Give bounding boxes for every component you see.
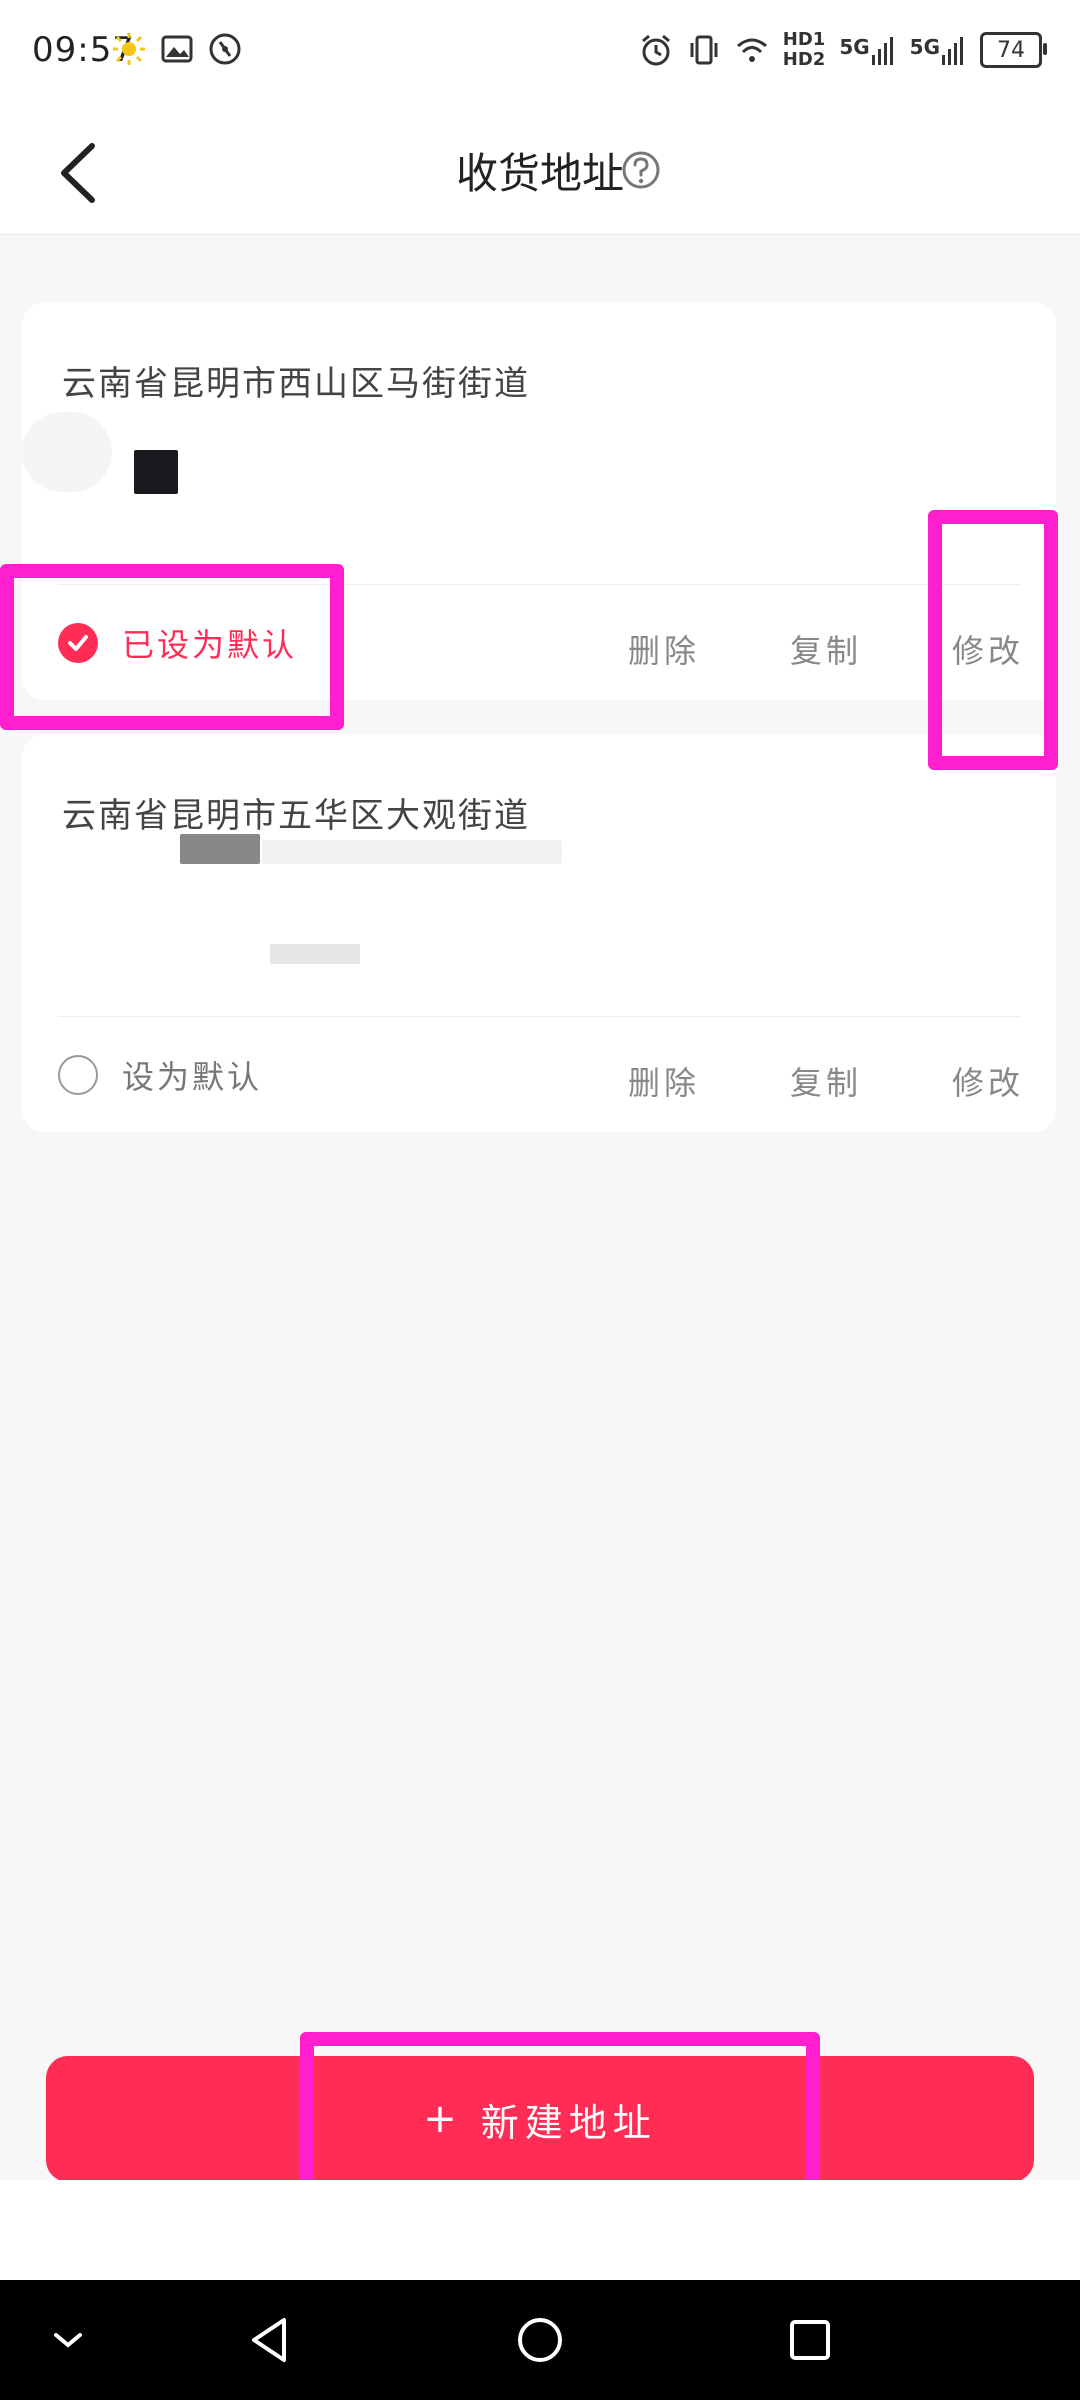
home-circle-icon[interactable] xyxy=(510,2310,570,2370)
new-address-label: 新建地址 xyxy=(480,2100,657,2145)
back-triangle-icon[interactable] xyxy=(240,2310,300,2370)
system-nav-bar xyxy=(0,2280,1080,2400)
redacted-name xyxy=(134,450,178,494)
battery-icon: 74 xyxy=(980,32,1047,68)
checkmark-icon xyxy=(58,623,98,663)
wifi-icon xyxy=(736,38,767,62)
delete-button[interactable]: 删除 xyxy=(628,626,700,672)
chevron-down-icon[interactable] xyxy=(38,2310,98,2370)
redacted-name xyxy=(180,834,260,864)
alarm-icon xyxy=(641,34,670,66)
edit-button[interactable]: 修改 xyxy=(952,1058,1024,1104)
card-divider xyxy=(58,584,1020,585)
signal-bars-icon xyxy=(942,37,963,65)
default-label: 设为默认 xyxy=(122,1058,263,1096)
status-bar: 09:57 HD1 HD2 5G 5G 74 xyxy=(0,0,1080,110)
bottom-safe-area xyxy=(0,2180,1080,2280)
hd2-label: HD2 xyxy=(782,49,826,70)
default-toggle[interactable]: 设为默认 xyxy=(58,1052,262,1098)
redacted-detail xyxy=(270,944,360,964)
help-icon[interactable] xyxy=(621,150,661,190)
page-title: 收货地址 xyxy=(455,149,624,198)
new-address-button[interactable]: + 新建地址 xyxy=(46,2056,1034,2182)
redacted-phone xyxy=(262,840,562,864)
default-toggle[interactable]: 已设为默认 xyxy=(58,620,297,666)
default-label: 已设为默认 xyxy=(122,626,298,664)
plus-icon: + xyxy=(423,2096,463,2142)
copy-button[interactable]: 复制 xyxy=(790,1058,862,1104)
battery-level: 74 xyxy=(997,37,1025,63)
status-right-icons: HD1 HD2 5G 5G 74 xyxy=(639,30,1047,70)
card-actions: 已设为默认 删除 复制 修改 xyxy=(22,592,1056,702)
signal-2: 5G xyxy=(910,35,966,65)
compass-icon xyxy=(209,33,241,65)
hd1-label: HD1 xyxy=(782,29,826,50)
vibrate-icon xyxy=(690,35,718,65)
5g-label-2: 5G xyxy=(909,35,940,59)
address-card[interactable]: 云南省昆明市五华区大观街道 设为默认 删除 复制 修改 xyxy=(22,734,1056,1132)
unchecked-circle-icon xyxy=(58,1055,98,1095)
nav-bar: 收货地址 xyxy=(0,110,1080,235)
edit-button[interactable]: 修改 xyxy=(952,626,1024,672)
address-region: 云南省昆明市五华区大观街道 xyxy=(62,796,530,836)
card-actions: 设为默认 删除 复制 修改 xyxy=(22,1024,1056,1134)
signal-bars-icon xyxy=(871,37,893,65)
status-left-icons xyxy=(112,32,242,66)
copy-button[interactable]: 复制 xyxy=(790,626,862,672)
redacted-detail xyxy=(22,412,112,492)
signal-1: 5G xyxy=(839,35,895,65)
recents-square-icon[interactable] xyxy=(780,2310,840,2370)
card-divider xyxy=(58,1016,1020,1017)
delete-button[interactable]: 删除 xyxy=(628,1058,700,1104)
sun-icon xyxy=(113,33,145,65)
hd-labels: HD1 HD2 xyxy=(783,30,826,70)
5g-label-1: 5G xyxy=(839,35,870,59)
gallery-icon xyxy=(161,35,193,63)
address-region: 云南省昆明市西山区马街街道 xyxy=(62,364,530,404)
address-card[interactable]: 云南省昆明市西山区马街街道 已设为默认 删除 复制 修改 xyxy=(22,302,1056,700)
